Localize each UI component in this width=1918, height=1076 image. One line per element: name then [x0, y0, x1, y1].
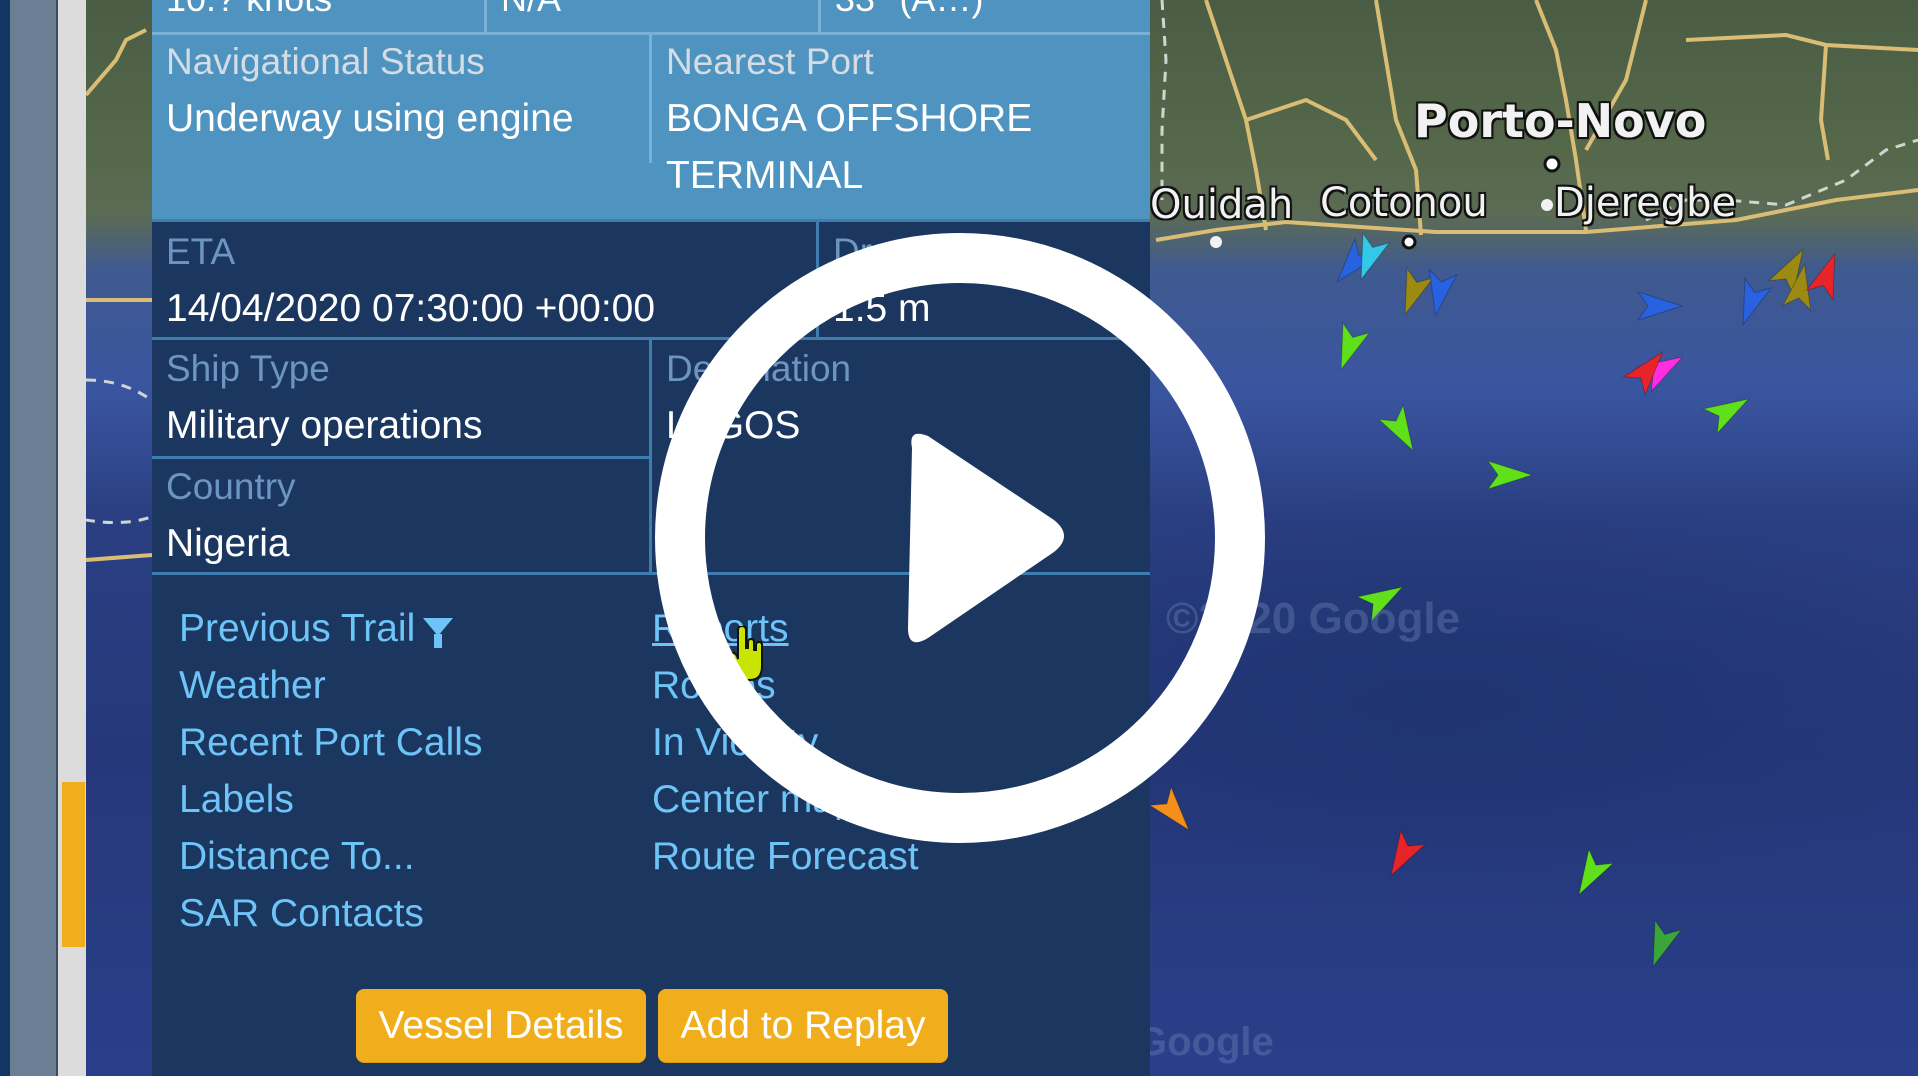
play-circle-icon[interactable] — [655, 233, 1265, 843]
video-play-overlay[interactable] — [0, 0, 1918, 1076]
play-triangle — [908, 433, 1064, 643]
